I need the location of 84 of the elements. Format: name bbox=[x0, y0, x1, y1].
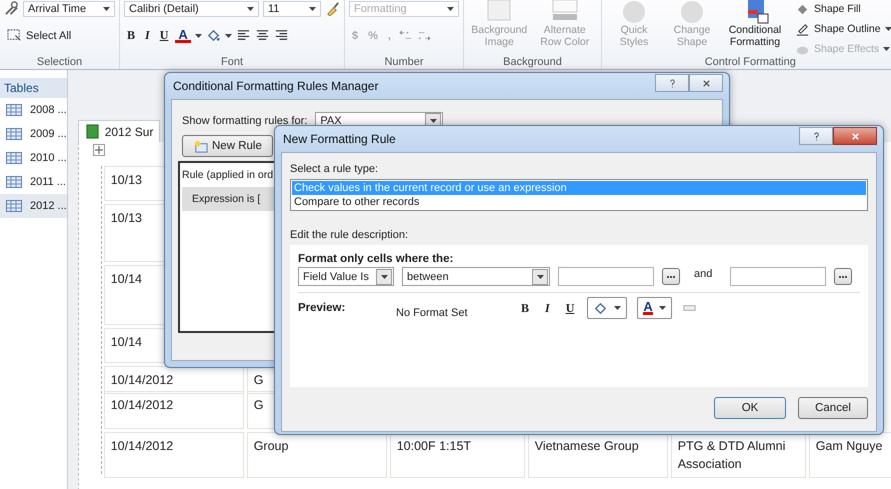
object-dropdown[interactable]: Arrival Time bbox=[23, 0, 115, 16]
window-title: New Formatting Rule bbox=[282, 132, 396, 146]
nav-header: Tables bbox=[0, 78, 67, 98]
rule-type-item[interactable]: Compare to other records bbox=[292, 195, 866, 209]
value-field[interactable] bbox=[730, 267, 826, 286]
font-style-button[interactable]: I bbox=[142, 28, 153, 43]
font-style-button[interactable]: U bbox=[562, 300, 578, 316]
help-icon bbox=[812, 132, 820, 140]
group-label: Number bbox=[383, 56, 425, 68]
caret-icon bbox=[658, 306, 666, 310]
caret-icon bbox=[194, 34, 202, 38]
table-icon bbox=[6, 128, 22, 140]
font-style-button[interactable]: B bbox=[518, 300, 532, 316]
align-icon[interactable] bbox=[254, 28, 270, 43]
fill-color-button[interactable] bbox=[587, 297, 628, 319]
font-color-button[interactable]: A bbox=[637, 297, 672, 319]
font-name-dropdown[interactable]: Calibri (Detail) bbox=[124, 0, 259, 16]
description-label: Edit the rule description: bbox=[290, 229, 410, 241]
select-all-button[interactable]: Select All bbox=[4, 28, 74, 43]
report-icon bbox=[84, 124, 100, 139]
caret-icon bbox=[430, 118, 437, 122]
caret-icon bbox=[247, 6, 254, 10]
report-tab[interactable]: 2012 Sur bbox=[78, 120, 160, 142]
report-cell: 10/14/2012 bbox=[104, 391, 244, 429]
font-style-button[interactable]: I bbox=[542, 300, 553, 316]
preview-label: Preview: bbox=[298, 302, 346, 314]
paintbrush-icon[interactable] bbox=[325, 1, 340, 16]
help-icon bbox=[668, 78, 676, 88]
show-rules-label: Show formatting rules for: bbox=[182, 114, 308, 126]
ellipsis-icon bbox=[666, 274, 676, 278]
operator-dropdown[interactable]: between bbox=[402, 267, 550, 286]
cancel-button[interactable]: Cancel bbox=[798, 397, 868, 419]
and-label: and bbox=[693, 268, 714, 282]
caret-icon bbox=[224, 34, 232, 38]
rule-type-label: Select a rule type: bbox=[290, 163, 380, 175]
nav-item[interactable]: 2010 ... bbox=[0, 146, 67, 170]
ribbon-button[interactable]: Conditional Formatting bbox=[722, 0, 788, 48]
font-size-dropdown[interactable]: 11 bbox=[263, 0, 321, 16]
font-style-button[interactable]: U bbox=[156, 28, 172, 43]
close-icon bbox=[702, 78, 710, 88]
caret-icon bbox=[309, 6, 316, 10]
table-icon bbox=[6, 152, 22, 164]
nav-item[interactable]: 2011 ... bbox=[0, 170, 67, 194]
close-button[interactable] bbox=[833, 127, 877, 145]
close-button[interactable] bbox=[689, 74, 723, 92]
table-icon bbox=[6, 200, 22, 212]
value-field[interactable] bbox=[558, 267, 654, 286]
caret-icon bbox=[447, 6, 454, 10]
builder-button[interactable] bbox=[834, 268, 852, 285]
builder-button[interactable] bbox=[662, 268, 680, 285]
caret-icon bbox=[884, 27, 891, 31]
caret-icon bbox=[103, 6, 110, 10]
group-label: Background bbox=[502, 56, 563, 68]
align-icon[interactable] bbox=[274, 28, 289, 43]
window-title: Conditional Formatting Rules Manager bbox=[172, 79, 378, 93]
font-style-button[interactable]: B bbox=[124, 28, 138, 43]
tools-icon bbox=[4, 1, 19, 16]
caret-icon bbox=[883, 47, 890, 51]
nav-item[interactable]: 2008 ... bbox=[0, 98, 67, 122]
table-icon bbox=[6, 176, 22, 188]
nav-item[interactable]: 2012 ... bbox=[0, 194, 67, 218]
preview-text: No Format Set bbox=[396, 307, 469, 319]
shape-command-button[interactable]: Shape Fill bbox=[792, 1, 891, 17]
report-cell: 10/14/2012 bbox=[104, 432, 244, 478]
caret-icon bbox=[614, 306, 622, 310]
nav-item[interactable]: 2009 ... bbox=[0, 122, 67, 146]
ok-button[interactable]: OK bbox=[714, 397, 786, 419]
font-color-button[interactable]: A bbox=[175, 28, 191, 42]
pencil-icon bbox=[795, 22, 810, 36]
group-label: Selection bbox=[36, 56, 84, 68]
field-dropdown[interactable]: Field Value Is bbox=[298, 267, 394, 286]
new-rule-button[interactable]: New Rule bbox=[182, 135, 273, 157]
ellipsis-icon bbox=[838, 274, 848, 278]
group-label: Font bbox=[220, 56, 244, 68]
table-icon bbox=[6, 104, 22, 116]
new-rule-icon bbox=[193, 138, 208, 154]
caret-icon bbox=[536, 274, 544, 278]
shape-command-button[interactable]: Shape Outline bbox=[792, 21, 891, 37]
condition-heading: Format only cells where the: bbox=[298, 253, 454, 265]
align-icon[interactable] bbox=[236, 28, 251, 43]
select-all-icon bbox=[7, 28, 22, 43]
close-icon bbox=[850, 132, 860, 140]
caret-icon bbox=[380, 274, 388, 278]
group-label: Control Formatting bbox=[704, 56, 797, 68]
